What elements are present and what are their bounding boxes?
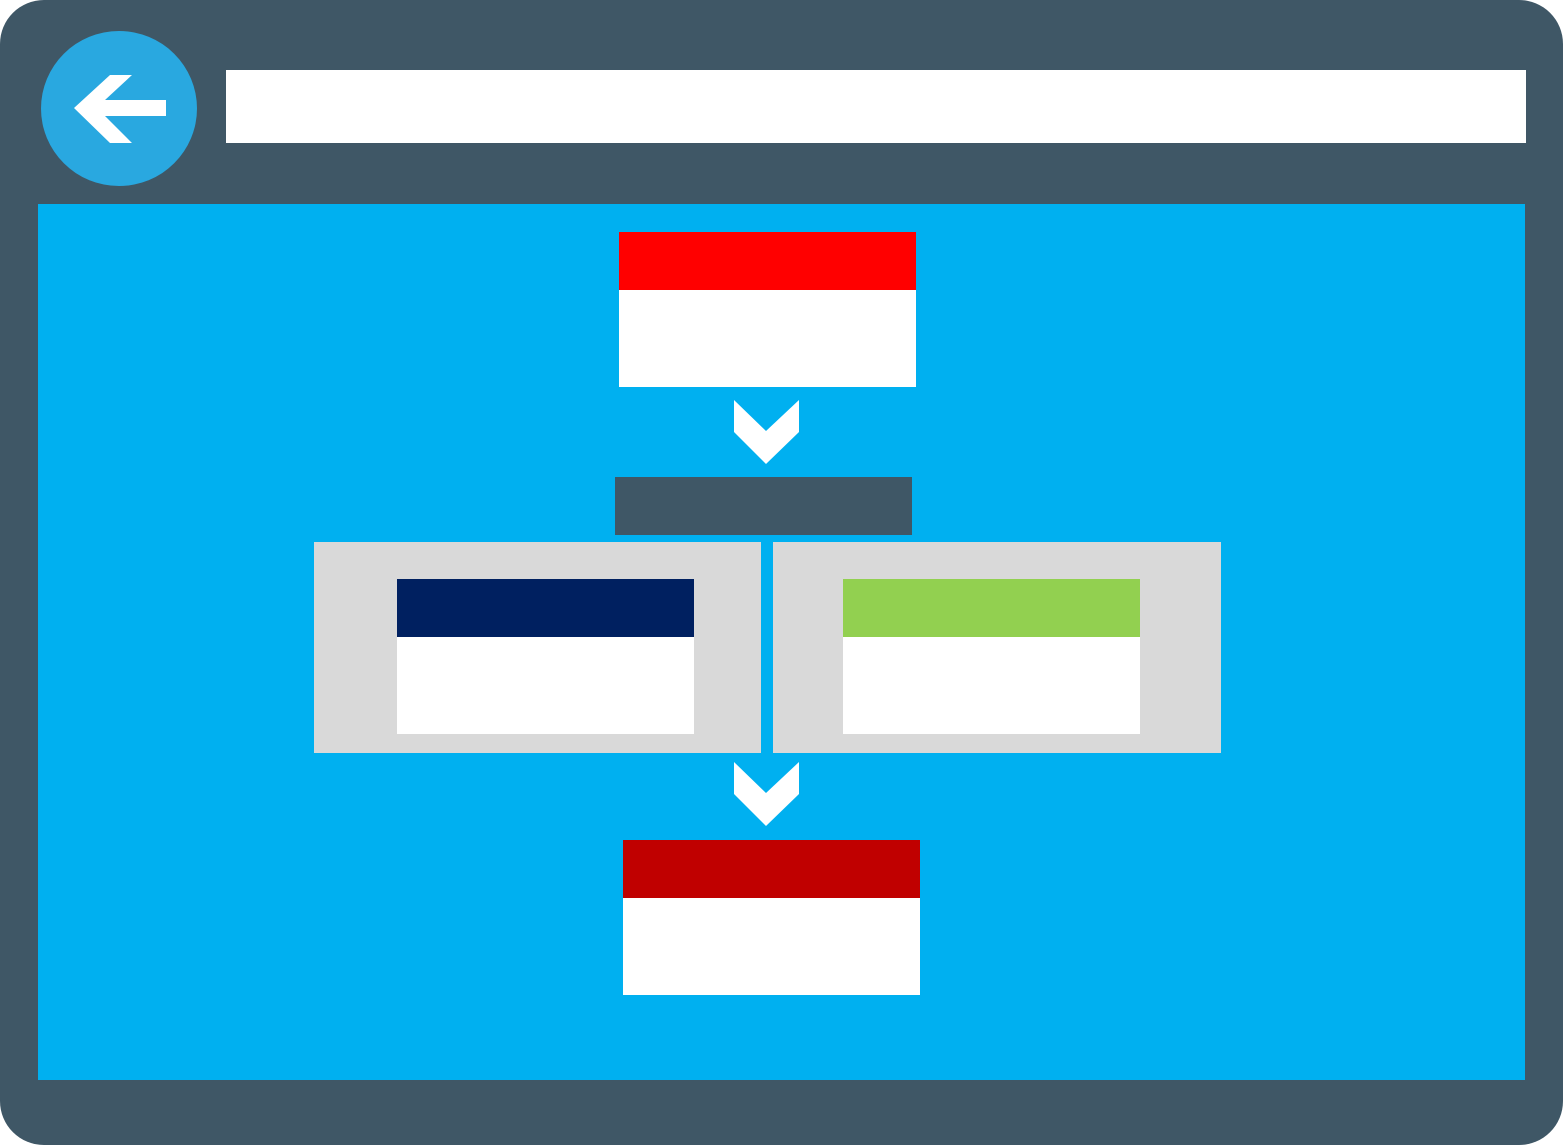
branch-right-panel bbox=[773, 542, 1221, 753]
branch-left-body bbox=[397, 637, 694, 734]
branch-left-header bbox=[397, 579, 694, 637]
branch-right-header bbox=[843, 579, 1140, 637]
branch-left-card bbox=[397, 579, 694, 734]
chevron-down-icon bbox=[734, 762, 799, 826]
branch-connector-bar bbox=[615, 477, 912, 535]
page-viewport bbox=[38, 204, 1525, 1080]
back-button[interactable] bbox=[41, 31, 197, 186]
end-step-header bbox=[623, 840, 920, 898]
branch-right-card bbox=[843, 579, 1140, 734]
start-step-body bbox=[619, 290, 916, 387]
end-step-body bbox=[623, 898, 920, 995]
address-bar[interactable] bbox=[226, 70, 1526, 143]
branch-left-panel bbox=[314, 542, 761, 753]
arrow-left-icon bbox=[74, 75, 166, 143]
start-step-header bbox=[619, 232, 916, 290]
start-step-card bbox=[619, 232, 916, 387]
browser-window bbox=[0, 0, 1563, 1145]
branch-right-body bbox=[843, 637, 1140, 734]
chevron-down-icon bbox=[734, 400, 799, 464]
end-step-card bbox=[623, 840, 920, 995]
